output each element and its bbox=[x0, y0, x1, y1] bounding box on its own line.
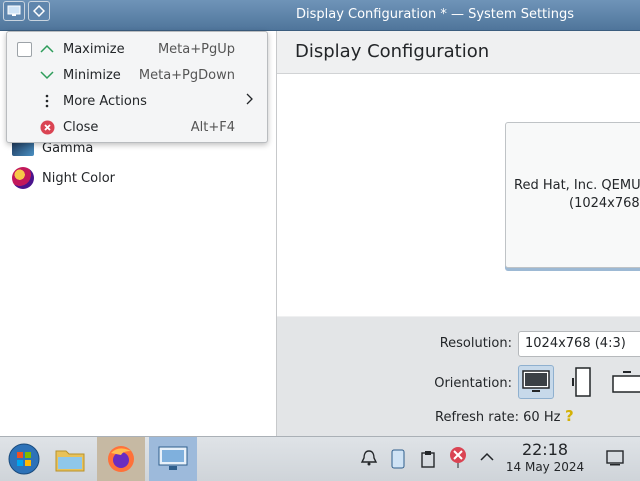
monitor-label: Red Hat, Inc. QEMU M (1024x768) bbox=[514, 177, 640, 213]
more-vertical-icon bbox=[39, 93, 55, 109]
checkbox-icon[interactable] bbox=[17, 41, 32, 57]
monitor-card[interactable]: Red Hat, Inc. QEMU M (1024x768) bbox=[505, 122, 640, 268]
notifications-icon[interactable] bbox=[360, 449, 378, 471]
question-icon[interactable]: ? bbox=[565, 407, 574, 425]
resolution-label: Resolution: bbox=[439, 336, 512, 351]
clock-date: 14 May 2024 bbox=[505, 460, 585, 474]
menu-item-shortcut: Meta+PgUp bbox=[157, 41, 235, 57]
kdeconnect-icon[interactable] bbox=[390, 449, 406, 473]
menu-item-shortcut: Alt+F4 bbox=[190, 119, 235, 135]
display-settings: Resolution: 1024x768 (4:3) Orientation: … bbox=[277, 317, 640, 436]
expand-tray-icon[interactable] bbox=[480, 451, 494, 466]
sidebar-item-label: Night Color bbox=[42, 170, 115, 186]
orientation-label: Orientation: bbox=[434, 376, 512, 391]
start-menu-icon[interactable] bbox=[0, 437, 48, 481]
monitor-resolution: (1024x768) bbox=[569, 196, 640, 211]
system-settings-icon[interactable] bbox=[149, 437, 197, 481]
monitor-flipped-icon bbox=[612, 371, 640, 393]
menu-item-label: Minimize bbox=[63, 67, 121, 83]
monitor-landscape-icon bbox=[522, 370, 550, 392]
monitor-portrait-icon bbox=[572, 367, 591, 397]
taskbar: 22:18 14 May 2024 bbox=[0, 436, 640, 481]
refresh-rate-label: Refresh rate: 60 Hz bbox=[435, 410, 561, 425]
orientation-landscape-button[interactable] bbox=[518, 365, 554, 399]
menu-item-close[interactable]: Close Alt+F4 bbox=[7, 114, 267, 140]
firefox-icon[interactable] bbox=[97, 437, 145, 481]
monitor-name: Red Hat, Inc. QEMU M bbox=[514, 178, 640, 193]
page-header: Display Configuration bbox=[277, 31, 640, 74]
menu-item-label: Close bbox=[63, 119, 99, 135]
clock[interactable]: 22:18 14 May 2024 bbox=[500, 441, 590, 475]
window-title: Display Configuration * — System Setting… bbox=[295, 7, 575, 22]
chevron-right-icon bbox=[245, 93, 253, 109]
window-menu: Maximize Meta+PgUp Minimize Meta+PgDown … bbox=[6, 31, 268, 143]
menu-item-maximize[interactable]: Maximize Meta+PgUp bbox=[7, 36, 267, 62]
night-color-icon bbox=[12, 167, 34, 189]
display-preview: Red Hat, Inc. QEMU M (1024x768) bbox=[277, 74, 640, 316]
menu-item-more-actions[interactable]: More Actions bbox=[7, 88, 267, 114]
chevron-down-icon bbox=[39, 67, 55, 83]
orientation-flipped-button[interactable] bbox=[608, 365, 640, 399]
menu-item-shortcut: Meta+PgDown bbox=[138, 67, 235, 83]
clock-time: 22:18 bbox=[521, 440, 569, 459]
menu-item-label: More Actions bbox=[63, 93, 147, 109]
close-icon bbox=[39, 119, 55, 135]
orientation-portrait-button[interactable] bbox=[564, 365, 600, 399]
volume-muted-icon[interactable] bbox=[446, 445, 470, 473]
menu-item-minimize[interactable]: Minimize Meta+PgDown bbox=[7, 62, 267, 88]
file-manager-icon[interactable] bbox=[46, 437, 94, 481]
resolution-select[interactable]: 1024x768 (4:3) bbox=[518, 331, 640, 357]
menu-item-label: Maximize bbox=[63, 41, 125, 57]
chevron-up-icon bbox=[39, 41, 55, 57]
clipboard-icon[interactable] bbox=[420, 450, 436, 472]
sidebar-item-night-color[interactable]: Night Color bbox=[12, 165, 115, 191]
window-titlebar: Display Configuration * — System Setting… bbox=[0, 0, 640, 31]
page-title: Display Configuration bbox=[295, 41, 490, 62]
show-desktop-icon[interactable] bbox=[606, 449, 624, 471]
